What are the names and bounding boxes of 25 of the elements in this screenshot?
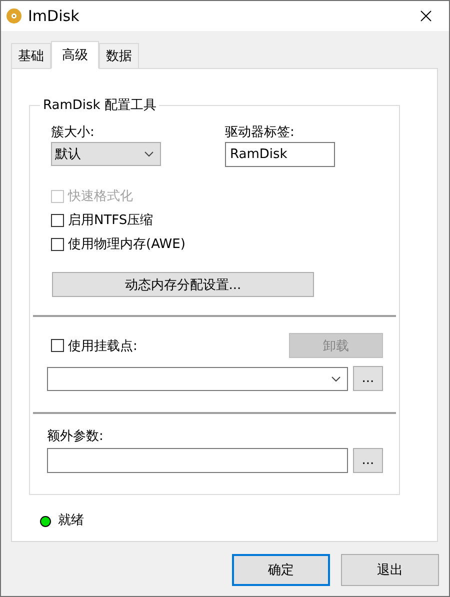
checkbox[interactable]: 启用NTFS压缩: [51, 208, 351, 232]
dialog-button[interactable]: 确定: [232, 554, 330, 586]
field-label: 额外参数:: [47, 428, 104, 446]
dynamic-memory-button[interactable]: 动态内存分配设置...: [52, 272, 314, 297]
dialog-button[interactable]: 退出: [341, 554, 439, 586]
field-label: 簇大小:: [51, 124, 96, 142]
cluster-size-dropdown[interactable]: 默认: [51, 142, 161, 166]
tab[interactable]: 高级: [51, 41, 99, 69]
disc-icon: [6, 8, 22, 24]
browse-button[interactable]: ...: [353, 366, 383, 391]
mount-point-dropdown[interactable]: [47, 366, 348, 390]
window-title: ImDisk: [28, 7, 80, 25]
chevron-down-icon: [331, 376, 341, 382]
close-icon[interactable]: [420, 10, 432, 22]
tab[interactable]: 数据: [99, 43, 139, 68]
tab[interactable]: 基础: [11, 43, 51, 68]
chevron-down-icon: [144, 151, 154, 157]
group-title: RamDisk 配置工具: [42, 97, 158, 114]
checkbox[interactable]: 使用挂载点:: [51, 334, 138, 358]
drive-label-field[interactable]: RamDisk: [225, 142, 335, 167]
browse-button[interactable]: ...: [353, 448, 383, 473]
checkbox[interactable]: 使用物理内存(AWE): [51, 232, 351, 256]
extra-params-field[interactable]: [47, 448, 348, 473]
status-text: 就绪: [58, 512, 84, 530]
field-label: 驱动器标签:: [225, 124, 296, 142]
